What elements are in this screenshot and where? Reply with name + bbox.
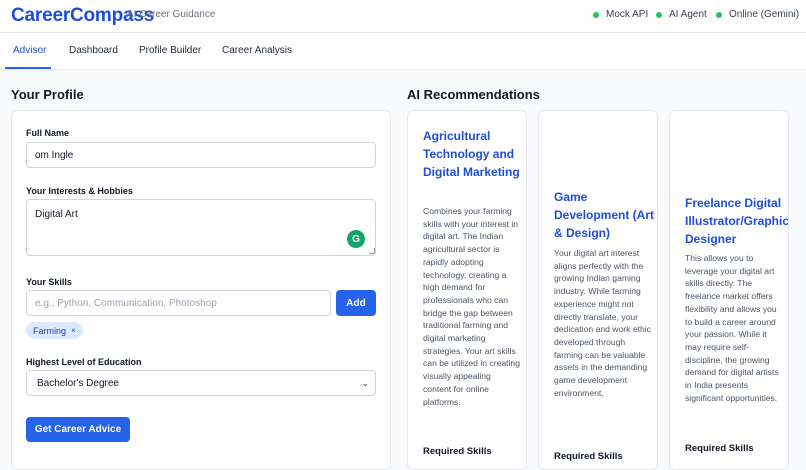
add-skill-button[interactable]: Add: [336, 290, 376, 316]
status-label: Online (Gemini): [729, 9, 800, 20]
required-skills-heading: Required Skills: [554, 451, 623, 462]
full-name-input[interactable]: om Ingle: [26, 142, 376, 168]
status-dot-icon: [656, 11, 662, 18]
education-value: Bachelor's Degree: [37, 377, 119, 389]
card-title: Agricultural Technology and Digital Mark…: [423, 129, 520, 179]
brand-tagline: AI Career Guidance: [127, 9, 216, 20]
skills-placeholder: e.g., Python, Communication, Photoshop: [35, 297, 217, 309]
full-name-label: Full Name: [26, 128, 70, 138]
tab-career-analysis[interactable]: Career Analysis: [222, 45, 292, 56]
tab-advisor[interactable]: Advisor: [13, 45, 46, 56]
interests-textarea[interactable]: Digital Art: [26, 199, 376, 256]
get-career-advice-button[interactable]: Get Career Advice: [26, 417, 130, 442]
required-skills-heading: Required Skills: [685, 443, 754, 454]
active-tab-indicator: [5, 67, 51, 69]
status-ai-agent: AI Agent: [656, 9, 707, 20]
recommendation-card: Freelance Digital Illustrator/Graphic De…: [669, 110, 789, 470]
remove-skill-icon[interactable]: ×: [71, 326, 76, 335]
card-description: Your digital art interest aligns perfect…: [554, 248, 651, 398]
skills-input[interactable]: e.g., Python, Communication, Photoshop: [26, 290, 331, 316]
card-title: Game Development (Art & Design): [554, 190, 655, 240]
skills-label: Your Skills: [26, 277, 72, 287]
status-online: Online (Gemini): [716, 9, 799, 20]
skill-chip-label: Farming: [33, 325, 67, 336]
card-description: This allows you to leverage your digital…: [685, 253, 779, 403]
recommendations-section-title: AI Recommendations: [407, 87, 540, 102]
education-label: Highest Level of Education: [26, 357, 142, 367]
skill-chip: Farming ×: [26, 322, 83, 339]
profile-section-title: Your Profile: [11, 87, 84, 102]
education-select[interactable]: Bachelor's Degree ⌄: [26, 370, 376, 396]
interests-value: Digital Art: [35, 209, 78, 220]
grammarly-icon[interactable]: G: [347, 230, 365, 248]
required-skills-heading: Required Skills: [423, 446, 492, 457]
resize-handle-icon[interactable]: [369, 248, 375, 254]
tab-profile-builder[interactable]: Profile Builder: [139, 45, 201, 56]
recommendation-card: Agricultural Technology and Digital Mark…: [407, 110, 527, 470]
interests-label: Your Interests & Hobbies: [26, 186, 133, 196]
status-label: AI Agent: [669, 9, 707, 20]
tab-bar: Advisor Dashboard Profile Builder Career…: [0, 33, 806, 70]
status-label: Mock API: [606, 9, 649, 20]
app-header: CareerCompass AI Career Guidance Mock AP…: [0, 0, 806, 33]
card-description: Combines your farming skills with your i…: [423, 206, 520, 407]
status-dot-icon: [593, 11, 599, 18]
status-dot-icon: [716, 11, 722, 18]
recommendation-card: Game Development (Art & Design) Your dig…: [538, 110, 658, 470]
tab-dashboard[interactable]: Dashboard: [69, 45, 118, 56]
status-mock-api: Mock API: [593, 9, 648, 20]
full-name-value: om Ingle: [35, 149, 74, 161]
card-title: Freelance Digital Illustrator/Graphic De…: [685, 196, 789, 246]
chevron-down-icon: ⌄: [361, 377, 369, 388]
